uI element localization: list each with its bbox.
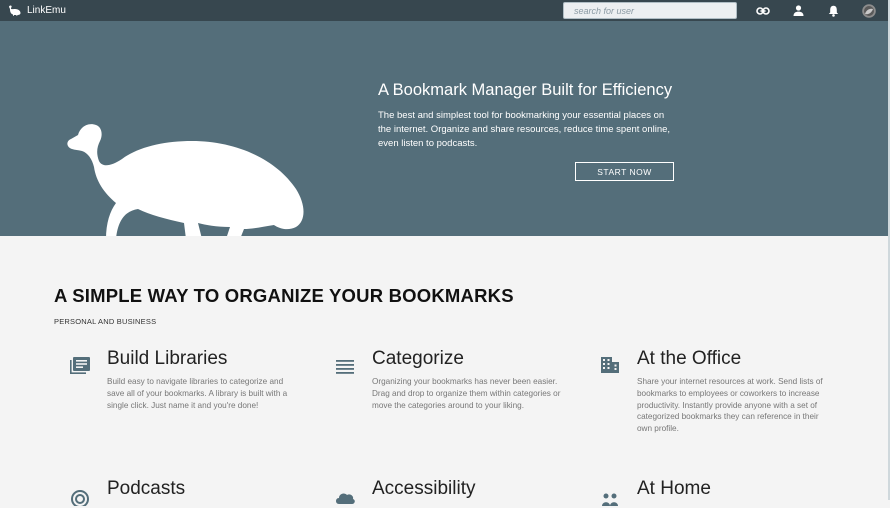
start-now-button[interactable]: START NOW bbox=[575, 162, 674, 181]
feature-at-the-office: At the Office Share your internet resour… bbox=[601, 348, 867, 435]
brand-name: LinkEmu bbox=[27, 5, 66, 16]
brand[interactable]: LinkEmu bbox=[8, 5, 66, 16]
section-title: A SIMPLE WAY TO ORGANIZE YOUR BOOKMARKS bbox=[54, 285, 514, 306]
feature-text: Build easy to navigate libraries to cate… bbox=[107, 377, 288, 410]
hero-title: A Bookmark Manager Built for Efficiency bbox=[378, 81, 673, 99]
office-icon bbox=[601, 357, 619, 373]
user-icon[interactable] bbox=[790, 3, 806, 18]
list-icon bbox=[336, 360, 354, 374]
avatar[interactable] bbox=[861, 3, 877, 18]
search-input[interactable] bbox=[563, 2, 737, 19]
feature-title: At the Office bbox=[637, 348, 742, 369]
link-icon[interactable] bbox=[755, 3, 771, 18]
feature-at-home: At Home bbox=[602, 478, 867, 506]
feature-title: Categorize bbox=[372, 348, 464, 369]
features-section: A SIMPLE WAY TO ORGANIZE YOUR BOOKMARKS … bbox=[0, 236, 890, 506]
bell-icon[interactable] bbox=[825, 3, 841, 18]
hero-banner: A Bookmark Manager Built for Efficiency … bbox=[0, 21, 890, 239]
emu-illustration-icon bbox=[67, 124, 304, 239]
feature-text: Share your internet resources at work. S… bbox=[637, 377, 823, 434]
top-navbar: LinkEmu bbox=[0, 0, 890, 21]
cloud-icon bbox=[336, 493, 355, 504]
people-icon bbox=[602, 493, 618, 506]
hero-description: The best and simplest tool for bookmarki… bbox=[378, 110, 671, 149]
feature-title: Build Libraries bbox=[107, 348, 228, 369]
feature-text: Organizing your bookmarks has never been… bbox=[372, 377, 561, 410]
feature-title: At Home bbox=[637, 478, 711, 499]
feature-podcasts: Podcasts bbox=[71, 478, 337, 506]
feature-title: Podcasts bbox=[107, 478, 186, 499]
feature-categorize: Categorize Organizing your bookmarks has… bbox=[336, 348, 602, 411]
feature-title: Accessibility bbox=[372, 478, 476, 499]
feature-build-libraries: Build Libraries Build easy to navigate l… bbox=[70, 348, 337, 411]
podcast-icon bbox=[71, 490, 89, 506]
library-icon bbox=[70, 357, 90, 374]
section-subtitle: PERSONAL AND BUSINESS bbox=[54, 317, 157, 326]
feature-accessibility: Accessibility bbox=[336, 478, 602, 504]
emu-logo-icon bbox=[9, 5, 21, 16]
